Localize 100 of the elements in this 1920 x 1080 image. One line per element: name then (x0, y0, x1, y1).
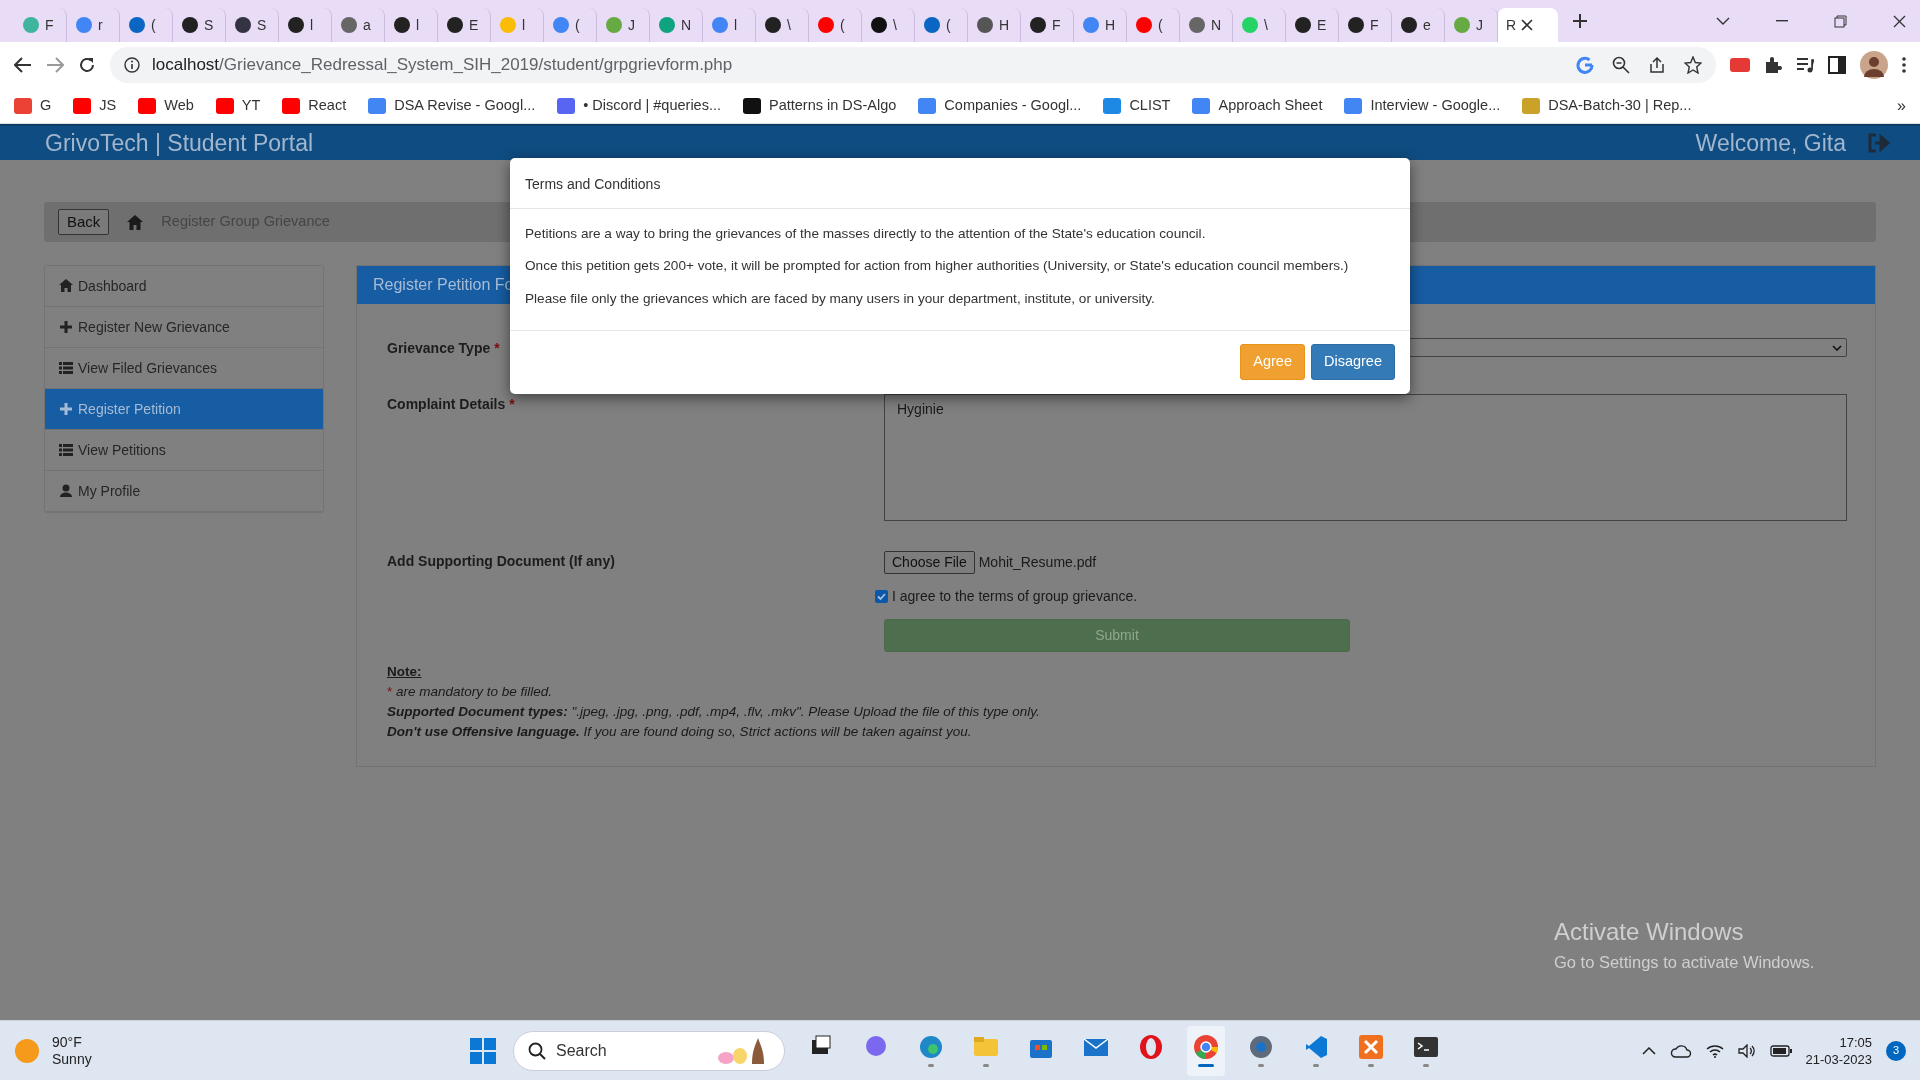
minimize-icon[interactable] (1776, 20, 1788, 22)
back-button[interactable]: Back (58, 208, 110, 236)
disagree-button[interactable]: Disagree (1310, 344, 1395, 380)
ring-icon (1138, 1034, 1164, 1060)
browser-tab[interactable]: R (1498, 8, 1558, 42)
tab-favicon-icon (711, 16, 729, 34)
tab-favicon-icon (499, 16, 517, 34)
home-icon[interactable] (127, 214, 144, 230)
plus-icon (59, 320, 73, 334)
checkbox[interactable] (875, 590, 888, 603)
checkbox-label: I agree to the terms of group grievance. (892, 587, 1138, 606)
bookmark[interactable]: DSA-Batch-30 | Rep... (1522, 94, 1692, 117)
search-icon (528, 1041, 546, 1060)
tab-favicon-icon (128, 16, 146, 34)
brand-title[interactable]: GrivoTech | Student Portal (45, 125, 314, 161)
tab-favicon-icon (393, 16, 411, 34)
bookmark-favicon-icon (1344, 97, 1363, 114)
tab-favicon-icon (234, 16, 252, 34)
clock[interactable]: 17:05 21-03-2023 (1805, 1033, 1872, 1068)
bookmark[interactable]: Companies - Googl... (918, 94, 1082, 117)
tab-favicon-icon (1453, 16, 1471, 34)
tab-favicon-icon (1082, 16, 1100, 34)
modal-paragraph: Petitions are a way to bring the grievances of the masses directly to the attention of the State's education council. (525, 225, 1206, 243)
tab-favicon-icon (976, 16, 994, 34)
bookmark[interactable]: Interview - Google... (1344, 94, 1501, 117)
tab-favicon-icon (75, 16, 93, 34)
bookmark-favicon-icon (14, 97, 32, 114)
bookmark[interactable]: CLIST (1103, 94, 1171, 117)
avatar-icon[interactable] (1860, 51, 1888, 79)
tab-favicon-icon (446, 16, 464, 34)
back-arrow-icon[interactable] (14, 57, 32, 73)
close-icon[interactable] (1521, 19, 1534, 31)
battery-icon[interactable] (1769, 1044, 1792, 1057)
tab-favicon-icon (1029, 16, 1047, 34)
bookmark-favicon-icon (1192, 97, 1211, 114)
bookmark-favicon-icon (215, 97, 234, 114)
share-icon[interactable] (1648, 56, 1666, 74)
tab-favicon-icon (22, 16, 40, 34)
bookmark[interactable]: • Discord | #queries... (557, 94, 721, 117)
more-menu-icon[interactable] (1902, 57, 1906, 73)
close-icon[interactable] (1893, 14, 1906, 28)
tab-favicon-icon (1135, 16, 1153, 34)
tab-favicon-icon (870, 16, 888, 34)
code-editor-icon (1303, 1034, 1329, 1060)
windows-start-icon[interactable] (470, 1037, 496, 1064)
file-name: Mohit_Resume.pdf (978, 553, 1097, 572)
tab-favicon-icon (605, 16, 623, 34)
bookmark[interactable]: Web (138, 94, 194, 117)
bookmark[interactable]: G (14, 94, 52, 117)
note-text: Don't use Offensive language. If you are found doing so, Strict actions will be taken against you. (387, 723, 972, 741)
list-icon (59, 361, 73, 375)
google-icon[interactable] (1576, 56, 1594, 74)
browser-icon (918, 1034, 944, 1060)
new-tab-icon[interactable] (1572, 13, 1588, 29)
wifi-icon[interactable] (1705, 1043, 1724, 1058)
home-icon (59, 279, 73, 293)
bookmark[interactable]: React (282, 94, 347, 117)
url-text: localhost/Grievance_Redressal_System_SIH_2019/student/grpgrievform.php (152, 54, 733, 77)
restore-icon[interactable] (1834, 14, 1847, 28)
user-icon (59, 484, 73, 498)
cloud-icon[interactable] (1669, 1043, 1692, 1058)
bookmark[interactable]: YT (215, 94, 261, 117)
list-icon (59, 443, 73, 457)
text-area[interactable]: Hyginie (884, 394, 1847, 521)
bookmark-favicon-icon (73, 97, 92, 114)
notification-badge[interactable]: 3 (1886, 1040, 1906, 1061)
zoom-icon[interactable] (1612, 56, 1630, 74)
tab-favicon-icon (287, 16, 305, 34)
speaker-icon[interactable] (1737, 1043, 1756, 1058)
tab-favicon-icon (1188, 16, 1206, 34)
bookmarks-more-button[interactable]: » (1897, 93, 1906, 118)
reload-icon[interactable] (78, 56, 96, 74)
tab-favicon-icon (1400, 16, 1418, 34)
address-bar[interactable]: localhost/Grievance_Redressal_System_SIH_2019/student/grpgrievform.php (110, 47, 1716, 83)
chrome-icon (1193, 1034, 1219, 1060)
bookmark-favicon-icon (557, 97, 576, 114)
tab-favicon-icon (1294, 16, 1312, 34)
bookmark-favicon-icon (1522, 97, 1541, 114)
star-icon[interactable] (1684, 56, 1702, 74)
bookmark[interactable]: DSA Revise - Googl... (368, 94, 536, 117)
taskbar-search[interactable]: Search (513, 1030, 785, 1071)
bookmark[interactable]: Patterns in DS-Algo (743, 94, 897, 117)
activation-title: Activate Windows (1554, 917, 1745, 947)
sidebar-item[interactable]: Dashboard (45, 266, 323, 307)
tab-favicon-icon (764, 16, 782, 34)
puzzle-icon[interactable] (1764, 56, 1782, 74)
chevron-up-icon[interactable] (1641, 1046, 1656, 1055)
sidebar-item[interactable]: Register Petition (45, 389, 323, 430)
choose-file-button[interactable]: Choose File (884, 551, 975, 574)
note-text: Supported Document types: ".jpeg, .jpg, .png, .pdf, .mp4, .flv, .mkv". Please Upload the file of this type only. (387, 703, 1040, 721)
side-panel-icon[interactable] (1828, 56, 1846, 74)
bookmark[interactable]: JS (73, 94, 117, 117)
chevron-down-icon[interactable] (1716, 17, 1730, 25)
forward-arrow-icon[interactable] (46, 57, 64, 73)
bookmark-favicon-icon (1103, 97, 1122, 114)
server-panel-icon (1358, 1034, 1384, 1060)
info-icon (124, 57, 140, 73)
tab-favicon-icon (1241, 16, 1259, 34)
media-list-icon[interactable] (1796, 57, 1814, 73)
bookmark[interactable]: Approach Sheet (1192, 94, 1323, 117)
